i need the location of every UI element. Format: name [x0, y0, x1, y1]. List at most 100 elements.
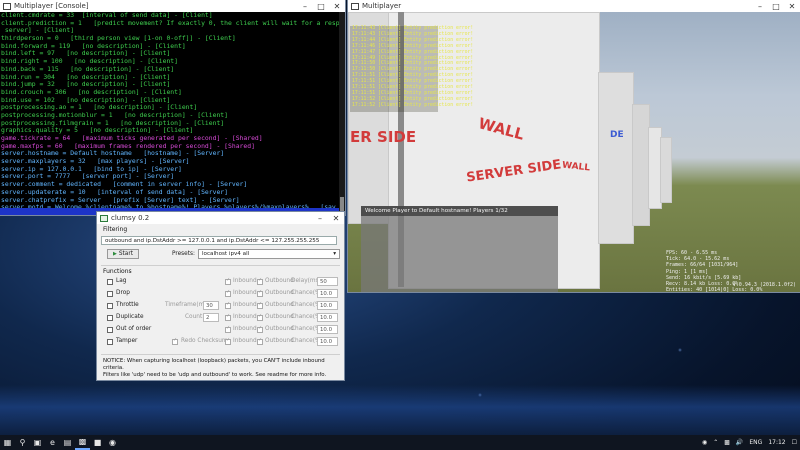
- inbound-label: Inbound: [233, 314, 257, 320]
- console-line: server.comment = dedicated [comment in s…: [1, 181, 248, 189]
- console-line: bind.back = 115 [no description] - [Clie…: [1, 65, 175, 73]
- duplicate-checkbox[interactable]: [107, 315, 113, 321]
- wall-text-er-side: ER SIDE: [350, 128, 417, 146]
- tamper-checkbox[interactable]: [107, 339, 113, 345]
- game-log-line: 17:11:52 [Client] Entity prediction erro…: [352, 96, 474, 102]
- console-line: server.chatprefix = Server [prefix [Serv…: [1, 196, 240, 204]
- clock[interactable]: 17:12: [765, 439, 788, 446]
- close-icon[interactable]: ✕: [329, 2, 345, 11]
- tamper-param-input[interactable]: 10.0: [317, 337, 338, 346]
- duplicate-param-input[interactable]: 10.0: [317, 313, 338, 322]
- throttle-param-input[interactable]: 10.0: [317, 301, 338, 310]
- game-log-overlay: 17:11:43 [Client] Entity prediction erro…: [350, 26, 474, 112]
- console-taskbar-icon[interactable]: ▩: [75, 435, 90, 450]
- game-window[interactable]: Multiplayer – □ ✕ WALL ER SIDE SERVER SI…: [348, 0, 800, 292]
- console-titlebar[interactable]: Multiplayer [Console] – □ ✕: [0, 0, 345, 12]
- outbound-label: Outbound: [265, 314, 294, 320]
- clumsy-app-icon: [100, 214, 108, 222]
- game-viewport[interactable]: WALL ER SIDE SERVER SIDE WALL DE 17:11:4…: [348, 12, 800, 292]
- play-icon: ▶: [113, 251, 117, 257]
- notification-icon[interactable]: ☐: [789, 439, 800, 446]
- out-of-order-inbound-checkbox[interactable]: [225, 325, 231, 333]
- tamper-inbound-checkbox[interactable]: [225, 337, 231, 345]
- taskbar: ▦ ⚲ ▣ e ▤ ▩ ■ ◉ ◉ ⌃ ▩ 🔊 ENG 17:12 ☐: [0, 435, 800, 450]
- chevron-up-icon[interactable]: ⌃: [710, 439, 721, 446]
- console-window[interactable]: Multiplayer [Console] – □ ✕ client.cmdra…: [0, 0, 345, 215]
- presets-select[interactable]: localhost ipv4 all ▾: [198, 249, 340, 259]
- close-icon[interactable]: ✕: [784, 2, 800, 11]
- clumsy-window[interactable]: clumsy 0.2 – ✕ Filtering ▶ Start Presets…: [97, 212, 344, 380]
- console-scrollbar-thumb[interactable]: [340, 197, 344, 211]
- console-line: bind.left = 97 [no description] - [Clien…: [1, 50, 171, 58]
- lag-inbound-checkbox[interactable]: [225, 277, 231, 285]
- out-of-order-param-input[interactable]: 10.0: [317, 325, 338, 334]
- lag-label: Lag: [116, 278, 127, 284]
- presets-label: Presets:: [171, 251, 195, 257]
- drop-param-input[interactable]: 10.0: [317, 289, 338, 298]
- file-explorer-icon[interactable]: ▤: [60, 435, 75, 450]
- game-log-line: 17:11:52 [Client] Entity prediction erro…: [352, 102, 474, 108]
- clumsy-titlebar[interactable]: clumsy 0.2 – ✕: [97, 212, 344, 224]
- drop-inbound-checkbox[interactable]: [225, 289, 231, 297]
- game-log-line: 17:11:46 [Client] Entity prediction erro…: [352, 43, 474, 49]
- console-line: server.updaterate = 10 [interval of send…: [1, 188, 229, 196]
- maximize-icon[interactable]: □: [313, 2, 329, 11]
- drop-label: Drop: [116, 290, 130, 296]
- duplicate-inbound-checkbox[interactable]: [225, 313, 231, 321]
- task-view-icon[interactable]: ▣: [30, 435, 45, 450]
- console-line: server.hostname = Default hostname [host…: [1, 150, 225, 158]
- game-titlebar[interactable]: Multiplayer – □ ✕: [348, 0, 800, 12]
- outbound-label: Outbound: [265, 338, 294, 344]
- console-line: bind.forward = 119 [no description] - [C…: [1, 42, 186, 50]
- inbound-label: Inbound: [233, 326, 257, 332]
- inbound-label: Inbound: [233, 290, 257, 296]
- volume-icon[interactable]: 🔊: [733, 439, 746, 446]
- clumsy-taskbar-icon[interactable]: ◉: [105, 435, 120, 450]
- tamper-outbound-checkbox[interactable]: [257, 337, 263, 345]
- network-icon[interactable]: ▩: [721, 439, 733, 446]
- lag-checkbox[interactable]: [107, 279, 113, 285]
- record-icon[interactable]: ◉: [699, 439, 710, 446]
- redo-checksum-checkbox[interactable]: [172, 337, 178, 345]
- windows-start-icon[interactable]: ▦: [0, 435, 15, 450]
- presets-value: localhost ipv4 all: [202, 251, 250, 257]
- search-icon[interactable]: ⚲: [15, 435, 30, 450]
- throttle-inbound-checkbox[interactable]: [225, 301, 231, 309]
- out-of-order-checkbox[interactable]: [107, 327, 113, 333]
- console-line: bind.use = 102 [no description] - [Clien…: [1, 96, 171, 104]
- function-row-lag: LagInboundOutboundDelay(ms):50: [97, 276, 344, 288]
- lag-outbound-checkbox[interactable]: [257, 277, 263, 285]
- drop-outbound-checkbox[interactable]: [257, 289, 263, 297]
- start-button[interactable]: ▶ Start: [107, 249, 140, 259]
- function-row-tamper: TamperRedo ChecksumInboundOutboundChance…: [97, 336, 344, 348]
- lag-param-input[interactable]: 50: [317, 277, 338, 286]
- crate-side: [598, 72, 634, 244]
- console-scrollbar[interactable]: [339, 12, 345, 215]
- throttle-extra-input[interactable]: 30: [203, 301, 219, 310]
- inbound-label: Inbound: [233, 338, 257, 344]
- console-title: Multiplayer [Console]: [14, 2, 89, 10]
- filter-input[interactable]: [101, 236, 337, 245]
- keyboard-language[interactable]: ENG: [746, 439, 765, 446]
- notice-text: NOTICE: When capturing localhost (loopba…: [97, 355, 344, 381]
- throttle-checkbox[interactable]: [107, 303, 113, 309]
- notice-line-2: Filters like 'udp' need to be 'udp and o…: [103, 371, 327, 378]
- desktop-wallpaper-ridge: [0, 385, 800, 440]
- edge-browser-icon[interactable]: e: [45, 435, 60, 450]
- out-of-order-outbound-checkbox[interactable]: [257, 325, 263, 333]
- throttle-outbound-checkbox[interactable]: [257, 301, 263, 309]
- maximize-icon[interactable]: □: [768, 2, 784, 11]
- minimize-icon[interactable]: –: [312, 214, 328, 223]
- console-output[interactable]: client.cmdrate = 33 [interval of send da…: [0, 12, 339, 215]
- minimize-icon[interactable]: –: [752, 2, 768, 11]
- out-of-order-label: Out of order: [116, 326, 152, 332]
- close-icon[interactable]: ✕: [328, 214, 344, 223]
- duplicate-outbound-checkbox[interactable]: [257, 313, 263, 321]
- chevron-down-icon: ▾: [333, 251, 336, 257]
- minimize-icon[interactable]: –: [297, 2, 313, 11]
- drop-checkbox[interactable]: [107, 291, 113, 297]
- game-taskbar-icon[interactable]: ■: [90, 435, 105, 450]
- duplicate-extra-input[interactable]: 2: [203, 313, 219, 322]
- console-line: game.tickrate = 64 [maximum ticks genera…: [1, 135, 263, 142]
- game-version: v.0.94.3 (2018.1.0f2): [732, 282, 796, 288]
